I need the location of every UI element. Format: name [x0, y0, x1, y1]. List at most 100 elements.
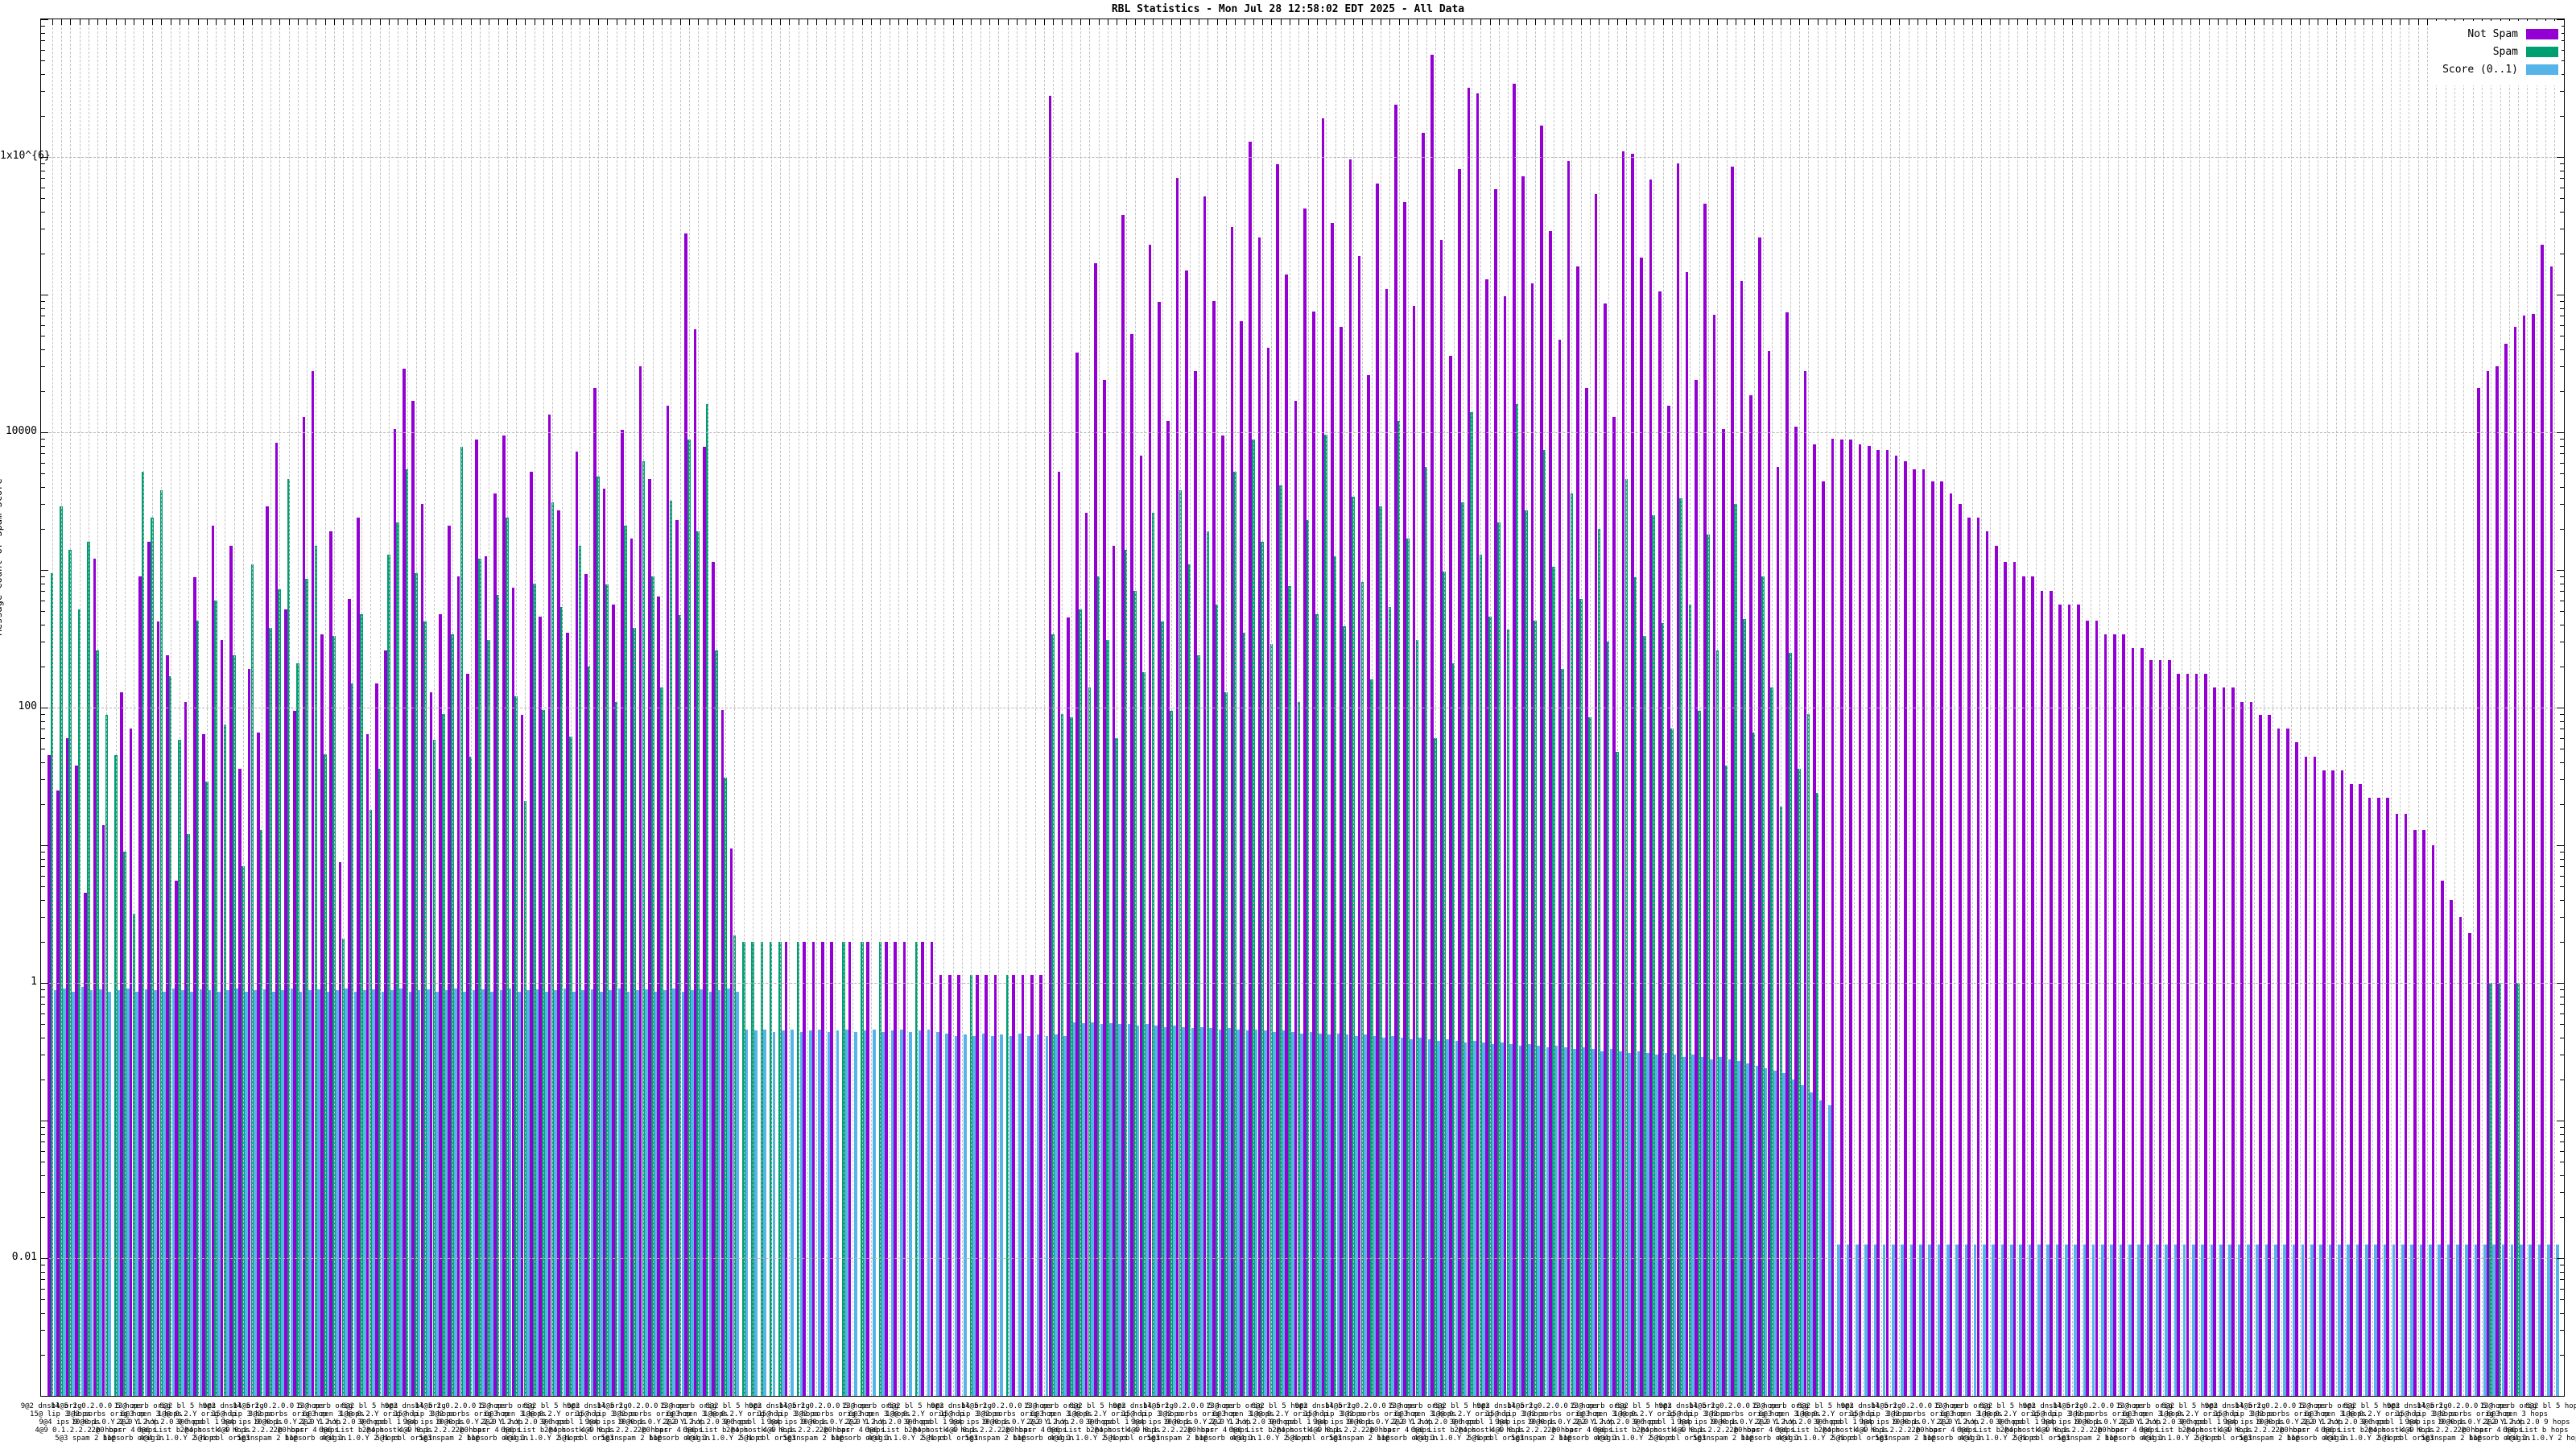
- y-minor-tick-left: [41, 487, 45, 488]
- bar-not-spam: [2268, 715, 2271, 1396]
- bar-not-spam: [2140, 648, 2144, 1396]
- top-tick: [1763, 19, 1764, 25]
- bar-not-spam: [1950, 493, 1953, 1396]
- y-minor-tick-right: [2560, 721, 2564, 722]
- top-tick: [1708, 19, 1709, 25]
- bar-not-spam: [2058, 605, 2062, 1396]
- bar-not-spam: [1886, 450, 1889, 1396]
- y-major-tick-left: [41, 157, 48, 158]
- bar-not-spam: [866, 942, 869, 1396]
- top-tick: [279, 19, 280, 25]
- bar-score: [2556, 1245, 2559, 1396]
- top-tick: [1526, 19, 1527, 25]
- y-minor-tick-left: [41, 762, 45, 763]
- bar-score: [964, 1034, 967, 1396]
- bar-not-spam: [2314, 757, 2317, 1396]
- bar-not-spam: [2095, 621, 2099, 1396]
- legend-row-score-0-1-: Score (0..1): [2442, 63, 2558, 76]
- bar-not-spam: [2204, 674, 2207, 1396]
- y-minor-tick-right: [2560, 116, 2564, 117]
- y-minor-tick-left: [41, 714, 45, 715]
- bar-not-spam: [1967, 518, 1971, 1396]
- top-tick: [252, 19, 253, 25]
- bar-not-spam: [2450, 900, 2453, 1396]
- y-major-tick-right: [2557, 19, 2564, 20]
- bar-not-spam: [821, 942, 824, 1396]
- top-tick: [307, 19, 308, 25]
- bar-not-spam: [2068, 605, 2071, 1396]
- y-minor-tick-left: [41, 1127, 45, 1128]
- top-tick: [525, 19, 526, 25]
- top-tick: [1617, 19, 1618, 25]
- top-tick: [1608, 19, 1609, 25]
- top-tick: [2199, 19, 2200, 25]
- bar-not-spam: [2422, 830, 2425, 1396]
- top-tick: [1717, 19, 1718, 25]
- top-tick: [1535, 19, 1536, 25]
- bar-not-spam: [2050, 591, 2053, 1396]
- bar-not-spam: [2331, 770, 2334, 1396]
- gridline-y: [41, 157, 2564, 158]
- y-minor-tick-right: [2560, 212, 2564, 213]
- bar-not-spam: [2259, 715, 2262, 1396]
- top-tick: [1963, 19, 1964, 25]
- top-tick: [2036, 19, 2037, 25]
- y-minor-tick-right: [2560, 917, 2564, 918]
- top-tick: [516, 19, 517, 25]
- y-minor-tick-left: [41, 60, 45, 61]
- y-minor-tick-left: [41, 1313, 45, 1314]
- y-minor-tick-right: [2560, 1313, 2564, 1314]
- top-tick: [2127, 19, 2128, 25]
- top-tick: [70, 19, 71, 25]
- y-minor-tick-right: [2560, 453, 2564, 454]
- top-tick: [552, 19, 553, 25]
- top-tick: [543, 19, 544, 25]
- bar-not-spam: [948, 975, 952, 1396]
- bar-not-spam: [931, 942, 934, 1396]
- bar-not-spam: [2295, 742, 2298, 1396]
- top-tick: [2082, 19, 2083, 25]
- bar-not-spam: [812, 942, 815, 1396]
- bar-not-spam: [803, 942, 806, 1396]
- bar-score: [736, 992, 739, 1396]
- bar-not-spam: [830, 942, 833, 1396]
- y-minor-tick-left: [41, 866, 45, 867]
- top-tick: [2236, 19, 2237, 25]
- bar-not-spam: [2113, 634, 2116, 1396]
- top-tick: [1945, 19, 1946, 25]
- y-minor-tick-left: [41, 1141, 45, 1142]
- legend-swatch-not-spam: [2526, 29, 2558, 39]
- top-tick: [152, 19, 153, 25]
- top-tick: [1089, 19, 1090, 25]
- bar-not-spam: [1876, 450, 1880, 1396]
- top-tick: [289, 19, 290, 25]
- y-minor-tick-left: [41, 1279, 45, 1280]
- top-tick: [2154, 19, 2155, 25]
- top-tick: [1926, 19, 1927, 25]
- x-tick-label: 4@4 1.1.0.Y 2 hops: [2505, 1435, 2576, 1443]
- bar-not-spam: [2022, 576, 2025, 1396]
- top-tick: [416, 19, 417, 25]
- top-tick: [1954, 19, 1955, 25]
- bar-not-spam: [2396, 814, 2399, 1396]
- bar-not-spam: [1030, 975, 1034, 1396]
- legend-label: Spam: [2493, 46, 2518, 58]
- top-tick: [1426, 19, 1427, 25]
- top-tick: [2145, 19, 2146, 25]
- top-tick: [943, 19, 944, 25]
- y-minor-tick-right: [2560, 529, 2564, 530]
- top-tick: [598, 19, 599, 25]
- top-tick: [461, 19, 462, 25]
- legend-row-not-spam: Not Spam: [2442, 27, 2558, 40]
- y-minor-tick-right: [2560, 325, 2564, 326]
- y-minor-tick-left: [41, 859, 45, 860]
- y-major-tick-right: [2557, 570, 2564, 571]
- bar-not-spam: [2213, 687, 2216, 1396]
- top-tick: [1545, 19, 1546, 25]
- bar-not-spam: [2168, 660, 2171, 1396]
- top-tick: [634, 19, 635, 25]
- top-tick: [143, 19, 144, 25]
- y-minor-tick-right: [2560, 900, 2564, 901]
- bar-not-spam: [994, 975, 997, 1396]
- y-minor-tick-right: [2560, 1279, 2564, 1280]
